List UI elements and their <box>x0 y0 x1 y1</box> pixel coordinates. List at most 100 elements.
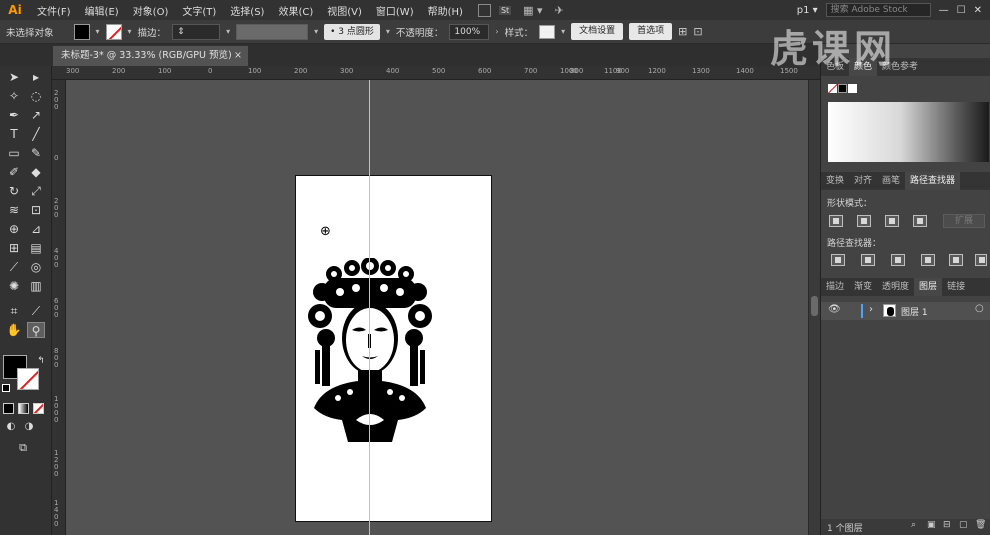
free-transform-tool-icon[interactable]: ⊡ <box>27 202 45 218</box>
direct-selection-tool-icon[interactable]: ▸ <box>27 69 45 85</box>
swap-fill-stroke-icon[interactable]: ↰ <box>32 353 50 369</box>
perspective-grid-tool-icon[interactable]: ⊿ <box>27 221 45 237</box>
menu-edit[interactable]: 编辑(E) <box>78 3 126 18</box>
maximize-icon[interactable]: ☐ <box>957 5 966 16</box>
stock-badge[interactable]: St <box>498 5 512 15</box>
selection-tool-icon[interactable]: ➤ <box>5 69 23 85</box>
stroke-color-box[interactable] <box>17 368 39 390</box>
eye-icon[interactable]: 👁 <box>828 304 841 315</box>
hand-tool-icon[interactable]: ✋ <box>5 322 23 338</box>
blend-tool-icon[interactable]: ◎ <box>27 259 45 275</box>
color-mode-icon[interactable] <box>3 403 14 414</box>
tab-brushes[interactable]: 画笔 <box>877 172 905 190</box>
preferences-button[interactable]: 首选项 <box>629 23 673 40</box>
exclude-icon[interactable] <box>913 215 927 227</box>
make-clipping-mask-icon[interactable]: ▣ <box>927 520 936 530</box>
column-graph-tool-icon[interactable]: ▥ <box>27 278 45 294</box>
chevron-down-icon[interactable]: ▾ <box>314 27 318 36</box>
papercut-opera-figure[interactable] <box>300 258 440 448</box>
magic-wand-tool-icon[interactable]: ✧ <box>5 88 23 104</box>
minus-back-icon[interactable] <box>975 254 987 266</box>
close-tab-icon[interactable]: × <box>234 46 242 66</box>
crop-icon[interactable] <box>921 254 935 266</box>
gpu-performance-icon[interactable]: ✈ <box>555 4 564 17</box>
zoom-tool-icon[interactable]: ⚲ <box>27 322 45 338</box>
transform-icon[interactable]: ⊡ <box>693 25 702 38</box>
variable-width-profile[interactable] <box>236 23 309 40</box>
lasso-tool-icon[interactable]: ◌ <box>27 88 45 104</box>
warp-tool-icon[interactable]: ≋ <box>5 202 23 218</box>
divide-icon[interactable] <box>831 254 845 266</box>
locate-object-icon[interactable]: ⌕ <box>911 520 916 530</box>
menu-type[interactable]: 文字(T) <box>175 3 223 18</box>
gradient-tool-icon[interactable]: ▤ <box>27 240 45 256</box>
stock-search-input[interactable]: 搜索 Adobe Stock <box>825 3 931 17</box>
eyedropper-tool-icon[interactable]: ⟋ <box>5 259 23 275</box>
new-sublayer-icon[interactable]: ⊟ <box>943 520 951 530</box>
line-tool-icon[interactable]: ╱ <box>27 126 45 142</box>
stroke-swatch[interactable] <box>105 23 122 40</box>
intersect-icon[interactable] <box>885 215 899 227</box>
expand-layer-icon[interactable]: › <box>869 304 873 315</box>
expand-button[interactable]: 扩展 <box>943 214 985 228</box>
rotate-tool-icon[interactable]: ↻ <box>5 183 23 199</box>
layer-target-icon[interactable]: ○ <box>975 303 984 314</box>
pen-tool-icon[interactable]: ✒ <box>5 107 23 123</box>
chevron-down-icon[interactable]: ▾ <box>128 27 132 36</box>
symbol-sprayer-tool-icon[interactable]: ✺ <box>5 278 23 294</box>
menu-file[interactable]: 文件(F) <box>30 3 78 18</box>
document-tab[interactable]: 未标题-3* @ 33.33% (RGB/GPU 预览) × <box>53 46 248 66</box>
scale-tool-icon[interactable]: ⤢ <box>27 183 45 199</box>
stroke-weight-field[interactable]: ⇕ <box>172 23 221 40</box>
horizontal-ruler[interactable]: 300 200 100 0 100 200 300 400 500 600 70… <box>52 66 820 80</box>
tab-links[interactable]: 链接 <box>942 278 970 296</box>
tab-layers[interactable]: 图层 <box>914 278 943 296</box>
type-tool-icon[interactable]: T <box>5 126 23 142</box>
workspace-switcher[interactable]: p1 ▾ <box>797 5 818 16</box>
chevron-down-icon[interactable]: ▾ <box>96 27 100 36</box>
unite-icon[interactable] <box>829 215 843 227</box>
drawing-modes-icon[interactable]: ◑ <box>20 419 38 435</box>
arrange-documents-icon[interactable]: ▦ ▾ <box>523 4 542 17</box>
menu-effect[interactable]: 效果(C) <box>271 3 320 18</box>
curvature-tool-icon[interactable]: ↗ <box>27 107 45 123</box>
tab-gradient[interactable]: 渐变 <box>849 278 877 296</box>
menu-select[interactable]: 选择(S) <box>223 3 271 18</box>
chevron-down-icon[interactable]: ▾ <box>561 27 565 36</box>
merge-icon[interactable] <box>891 254 905 266</box>
chevron-right-icon[interactable]: › <box>495 27 498 36</box>
white-swatch[interactable] <box>848 84 857 93</box>
slice-tool-icon[interactable]: ⟋ <box>27 303 45 319</box>
opacity-field[interactable]: 100% <box>449 23 490 40</box>
chevron-down-icon[interactable]: ▾ <box>226 27 230 36</box>
minimize-icon[interactable]: — <box>939 5 949 16</box>
align-icon[interactable]: ⊞ <box>678 25 687 38</box>
brush-definition[interactable]: • 3 点圆形 <box>324 23 380 40</box>
shape-builder-tool-icon[interactable]: ⊕ <box>5 221 23 237</box>
menu-help[interactable]: 帮助(H) <box>421 3 470 18</box>
new-layer-icon[interactable]: ▢ <box>959 520 968 530</box>
tab-stroke[interactable]: 描边 <box>821 278 849 296</box>
shaper-tool-icon[interactable]: ✐ <box>5 164 23 180</box>
graphic-style-swatch[interactable] <box>539 24 556 39</box>
eraser-tool-icon[interactable]: ◆ <box>27 164 45 180</box>
scrollbar-thumb[interactable] <box>811 296 818 316</box>
document-setup-button[interactable]: 文档设置 <box>571 23 624 40</box>
default-colors-icon[interactable] <box>2 384 10 392</box>
outline-icon[interactable] <box>949 254 963 266</box>
screen-mode-icon[interactable]: ⧉ <box>14 440 32 456</box>
minus-front-icon[interactable] <box>857 215 871 227</box>
layer-row[interactable]: 👁 › 图层 1 ○ <box>821 302 990 320</box>
fill-swatch[interactable] <box>73 23 90 40</box>
vertical-scrollbar[interactable] <box>808 80 820 535</box>
bridge-icon[interactable] <box>477 3 491 17</box>
menu-view[interactable]: 视图(V) <box>320 3 369 18</box>
menu-object[interactable]: 对象(O) <box>126 3 176 18</box>
vertical-ruler[interactable]: 200 0 200 400 600 800 1000 1200 1400 <box>52 80 66 535</box>
tab-align[interactable]: 对齐 <box>849 172 877 190</box>
chevron-down-icon[interactable]: ▾ <box>386 27 390 36</box>
trim-icon[interactable] <box>861 254 875 266</box>
delete-layer-icon[interactable]: 🗑 <box>975 520 986 530</box>
menu-window[interactable]: 窗口(W) <box>369 3 421 18</box>
paintbrush-tool-icon[interactable]: ✎ <box>27 145 45 161</box>
